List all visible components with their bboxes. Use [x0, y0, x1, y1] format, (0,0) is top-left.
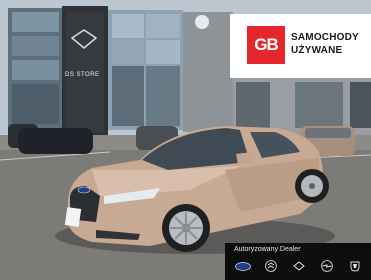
ford-logo-icon: [234, 260, 252, 272]
listing-photo-frame: DS STORE GB SAMOCHODY UŻYWANE Autoryzowa…: [0, 0, 371, 280]
badge-line-2: UŻYWANE: [291, 45, 343, 56]
citroen-logo-icon: [262, 260, 280, 272]
brand-logo-row: [229, 259, 369, 273]
ds-logo-icon: [290, 260, 308, 272]
dealer-bar-title: Autoryzowany Dealer: [234, 246, 301, 253]
peugeot-logo-icon: [346, 260, 364, 272]
authorized-dealer-bar: Autoryzowany Dealer: [225, 243, 371, 280]
gb-logo-icon: GB: [247, 26, 285, 64]
opel-logo-icon: [318, 260, 336, 272]
badge-line-1: SAMOCHODY: [291, 32, 359, 43]
store-sign: DS STORE: [65, 72, 100, 78]
gb-dealer-badge: GB SAMOCHODY UŻYWANE: [230, 14, 371, 78]
